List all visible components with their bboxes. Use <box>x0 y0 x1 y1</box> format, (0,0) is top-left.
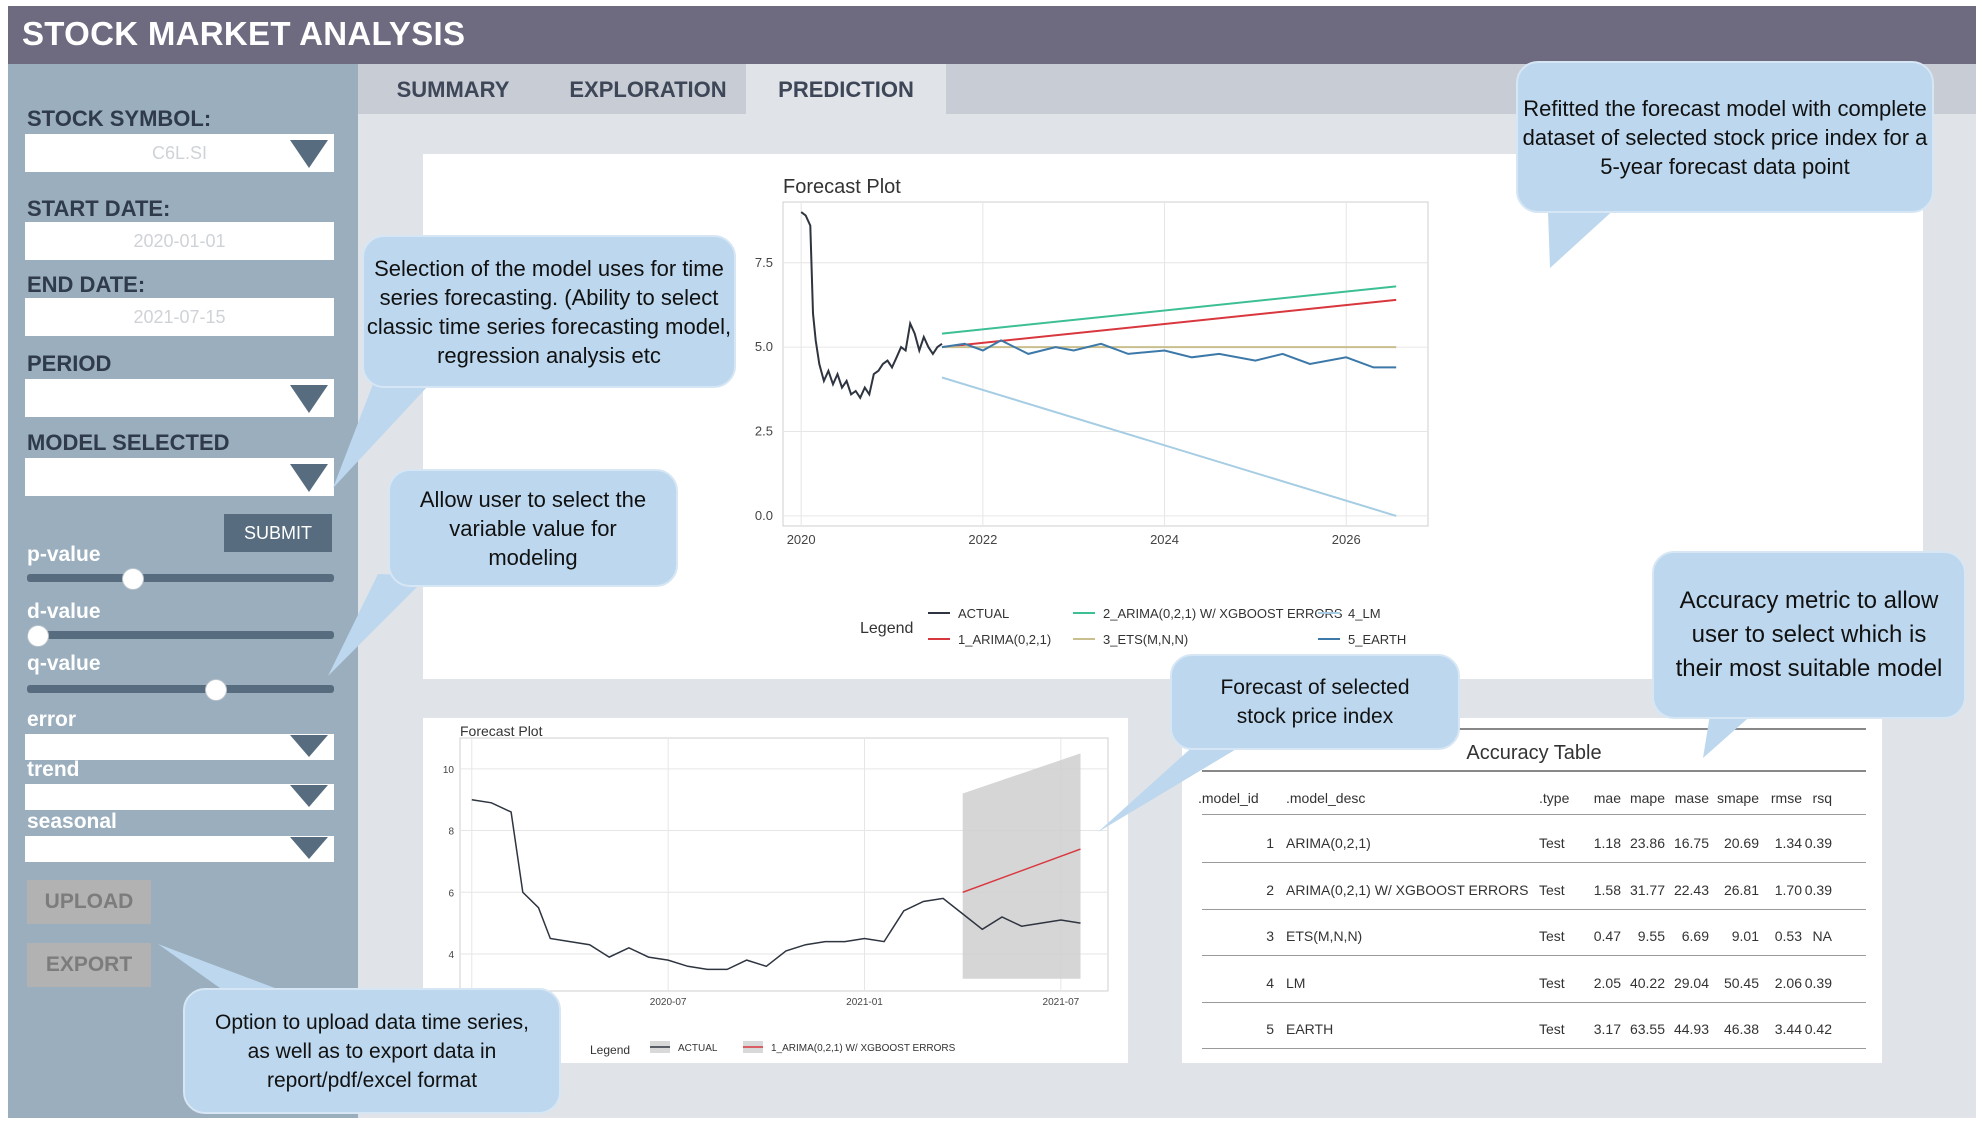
callout-text: Option to upload data time series, as we… <box>214 1010 529 1092</box>
callout-text: Refitted the forecast model with complet… <box>1522 95 1928 179</box>
app-window: STOCK MARKET ANALYSIS STOCK SYMBOL: C6L.… <box>8 6 1976 1118</box>
callout-forecast-selected: Forecast of selected stock price index <box>1170 654 1460 750</box>
callout-variable: Allow user to select the variable value … <box>388 469 678 587</box>
callout-accuracy: Accuracy metric to allow user to select … <box>1652 551 1966 719</box>
callout-upload-export: Option to upload data time series, as we… <box>183 988 561 1114</box>
callout-model-selection: Selection of the model uses for time ser… <box>362 235 736 388</box>
callout-text: Accuracy metric to allow user to select … <box>1675 587 1943 682</box>
callout-pointer <box>328 574 428 676</box>
callout-text: Allow user to select the variable value … <box>419 486 647 570</box>
callout-text: Selection of the model uses for time ser… <box>366 255 732 368</box>
callout-text: Forecast of selected stock price index <box>1220 676 1410 728</box>
callout-pointer <box>1548 206 1618 268</box>
callout-pointer <box>1098 742 1248 832</box>
callout-refitted: Refitted the forecast model with complet… <box>1516 61 1934 213</box>
